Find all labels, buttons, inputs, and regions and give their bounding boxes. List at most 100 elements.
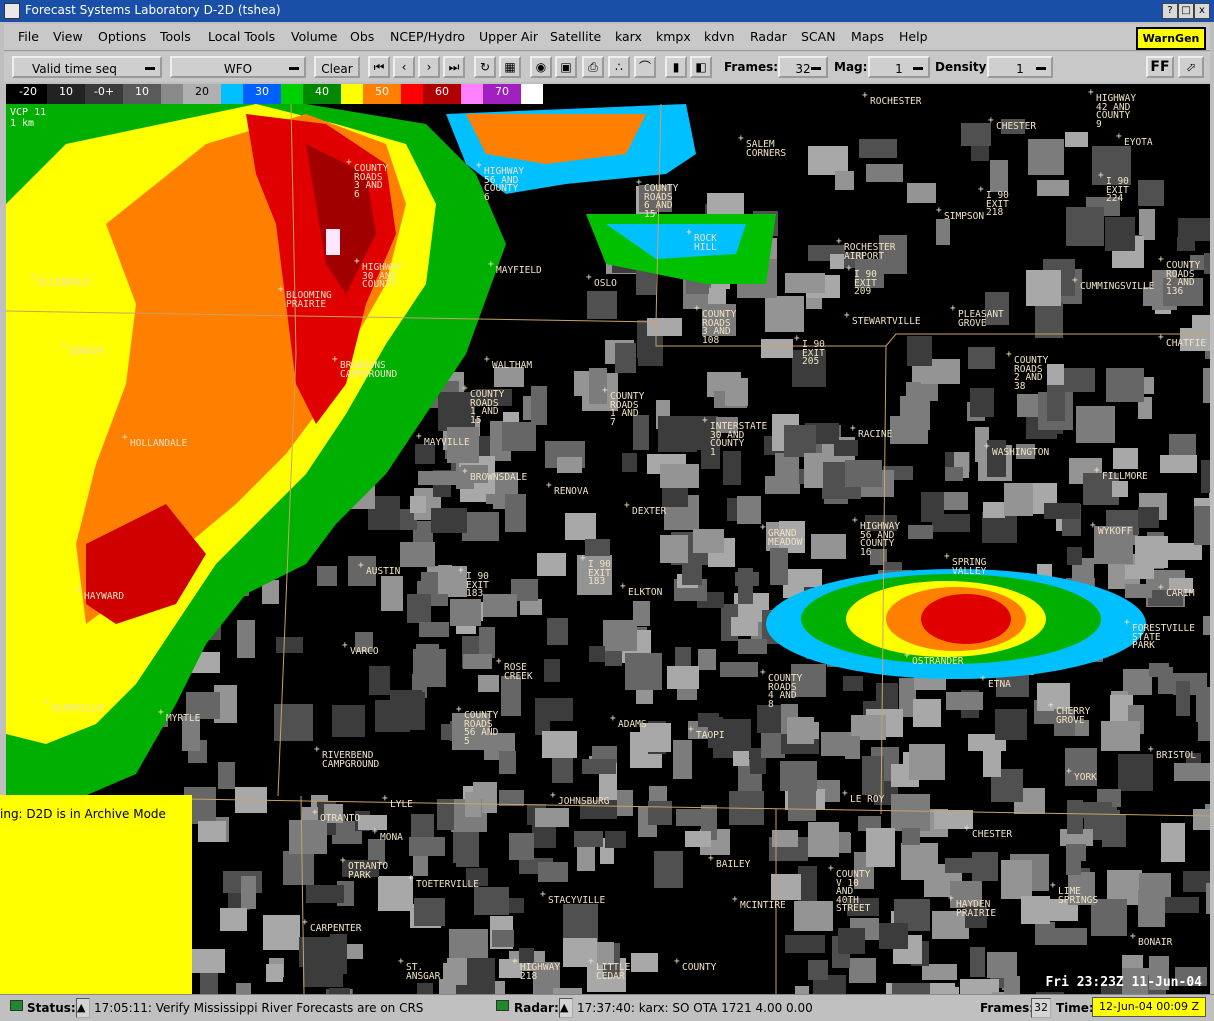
grey-echo-block <box>1183 871 1210 892</box>
colorbar-bin <box>461 84 483 104</box>
grey-echo-block <box>838 928 865 954</box>
menu-maps[interactable]: Maps <box>851 29 884 44</box>
menu-kdvn[interactable]: kdvn <box>704 29 735 44</box>
image-combine-icon[interactable]: ◉ <box>530 56 552 78</box>
grey-echo-block <box>381 576 403 611</box>
frames-dropdown[interactable]: 32 <box>778 56 828 78</box>
grey-echo-block <box>921 492 944 522</box>
place-label: JOHNSBURG <box>550 792 610 807</box>
scale-value: WFO <box>223 62 253 76</box>
menu-tools[interactable]: Tools <box>160 29 191 44</box>
place-label: CHESTER <box>988 117 1036 132</box>
grey-echo-block <box>908 525 933 539</box>
grey-echo-block <box>531 386 547 425</box>
grey-echo-block <box>698 649 716 670</box>
colorbar-bin <box>161 84 183 104</box>
colorbar-bin: -0+ <box>85 84 123 104</box>
baseline-icon[interactable]: ⌒ <box>634 56 656 78</box>
grey-echo-block <box>1194 506 1210 545</box>
points-icon[interactable]: ∴ <box>608 56 630 78</box>
grey-echo-block <box>698 713 719 727</box>
density-dropdown[interactable]: 1 <box>987 56 1053 78</box>
first-frame-icon[interactable]: ⏮ <box>368 56 390 78</box>
grey-echo-block <box>1026 270 1061 306</box>
menu-view[interactable]: View <box>53 29 83 44</box>
grey-echo-block <box>603 620 637 651</box>
menu-options[interactable]: Options <box>98 29 146 44</box>
place-label: CARPENTER <box>302 919 362 934</box>
grey-echo-block <box>1106 368 1144 402</box>
menu-satellite[interactable]: Satellite <box>550 29 601 44</box>
grey-echo-block <box>502 422 536 451</box>
place-label: BROWNSDALE <box>462 468 527 483</box>
menu-file[interactable]: File <box>18 29 39 44</box>
menu-scan[interactable]: SCAN <box>801 29 836 44</box>
mag-dropdown[interactable]: 1 <box>868 56 930 78</box>
close-window-button[interactable]: x <box>1194 3 1210 19</box>
print-icon[interactable]: ⎙ <box>582 56 604 78</box>
mag-value: 1 <box>895 62 903 76</box>
grey-echo-block <box>676 809 703 826</box>
grey-echo-block <box>1149 663 1169 677</box>
time-mode-dropdown[interactable]: Valid time seq <box>12 56 162 78</box>
help-window-button[interactable]: ? <box>1162 3 1178 19</box>
place-label: OSTRANDER <box>904 652 964 667</box>
place-label: GENEVA <box>61 342 103 357</box>
color-table-icon[interactable]: ▦ <box>499 56 521 78</box>
grey-echo-block <box>866 828 895 867</box>
place-label: COUNTY ROADS 56 AND 5 <box>456 706 498 746</box>
menu-local-tools[interactable]: Local Tools <box>208 29 275 44</box>
grey-echo-block <box>375 700 410 732</box>
grey-echo-block <box>1135 536 1168 568</box>
colorbar-bin: -20 <box>9 84 47 104</box>
cursor-tool-icon[interactable]: ⬀ <box>1178 56 1204 78</box>
color-scale-bar[interactable]: -20 10 -0+ 10 20 30 40 50 60 70 <box>9 84 543 104</box>
grey-echo-block <box>673 740 692 779</box>
grey-echo-block <box>849 958 876 983</box>
place-label: YORK <box>1066 768 1097 783</box>
prev-frame-icon[interactable]: ‹ <box>393 56 415 78</box>
scale-dropdown[interactable]: WFO <box>170 56 306 78</box>
grey-echo-block <box>1049 928 1087 945</box>
grey-echo-block <box>1167 543 1202 560</box>
place-label: SPRING VALLEY <box>944 553 986 576</box>
menu-obs[interactable]: Obs <box>350 29 374 44</box>
menu-radar[interactable]: Radar <box>750 29 787 44</box>
menu-karx[interactable]: karx <box>615 29 642 44</box>
grey-echo-block <box>369 666 390 695</box>
loop-icon[interactable]: ↻ <box>474 56 496 78</box>
status-expand-icon[interactable]: ▲ <box>76 998 90 1018</box>
grey-echo-block <box>879 923 908 949</box>
place-label: ELLENDALE <box>30 273 90 288</box>
grey-echo-block <box>960 979 999 994</box>
place-label: TAOPI <box>688 726 725 741</box>
grey-echo-block <box>1067 547 1082 565</box>
warngen-button[interactable]: WarnGen <box>1136 27 1206 50</box>
menu-help[interactable]: Help <box>899 29 928 44</box>
menu-upper-air[interactable]: Upper Air <box>479 29 538 44</box>
place-label: I 90 EXIT 183 <box>458 567 489 599</box>
multi-panel-icon[interactable]: ◧ <box>690 56 712 78</box>
single-panel-icon[interactable]: ▮ <box>665 56 687 78</box>
place-label: WYKOFF <box>1090 522 1132 537</box>
maximize-window-button[interactable]: □ <box>1178 3 1194 19</box>
place-label: HIGHWAY 218 <box>512 958 560 981</box>
grey-echo-block <box>520 599 542 615</box>
grey-echo-block <box>1067 800 1083 834</box>
radar-expand-icon[interactable]: ▲ <box>559 998 573 1018</box>
image-properties-icon[interactable]: ▣ <box>555 56 577 78</box>
place-label: HAYDEN PRAIRIE <box>948 895 996 918</box>
grey-echo-block <box>987 952 1017 978</box>
grey-echo-block <box>785 273 825 293</box>
menu-volume[interactable]: Volume <box>291 29 338 44</box>
last-frame-icon[interactable]: ⏭ <box>443 56 465 78</box>
fast-forward-button[interactable]: FF <box>1146 56 1174 78</box>
menu-kmpx[interactable]: kmpx <box>656 29 691 44</box>
clear-button[interactable]: Clear <box>314 56 360 78</box>
grey-echo-block <box>693 529 724 553</box>
grey-echo-block <box>407 594 431 623</box>
next-frame-icon[interactable]: › <box>418 56 440 78</box>
menu-ncep-hydro[interactable]: NCEP/Hydro <box>390 29 465 44</box>
place-label: CARIM <box>1158 584 1195 599</box>
place-label: MAYVILLE <box>416 433 470 448</box>
